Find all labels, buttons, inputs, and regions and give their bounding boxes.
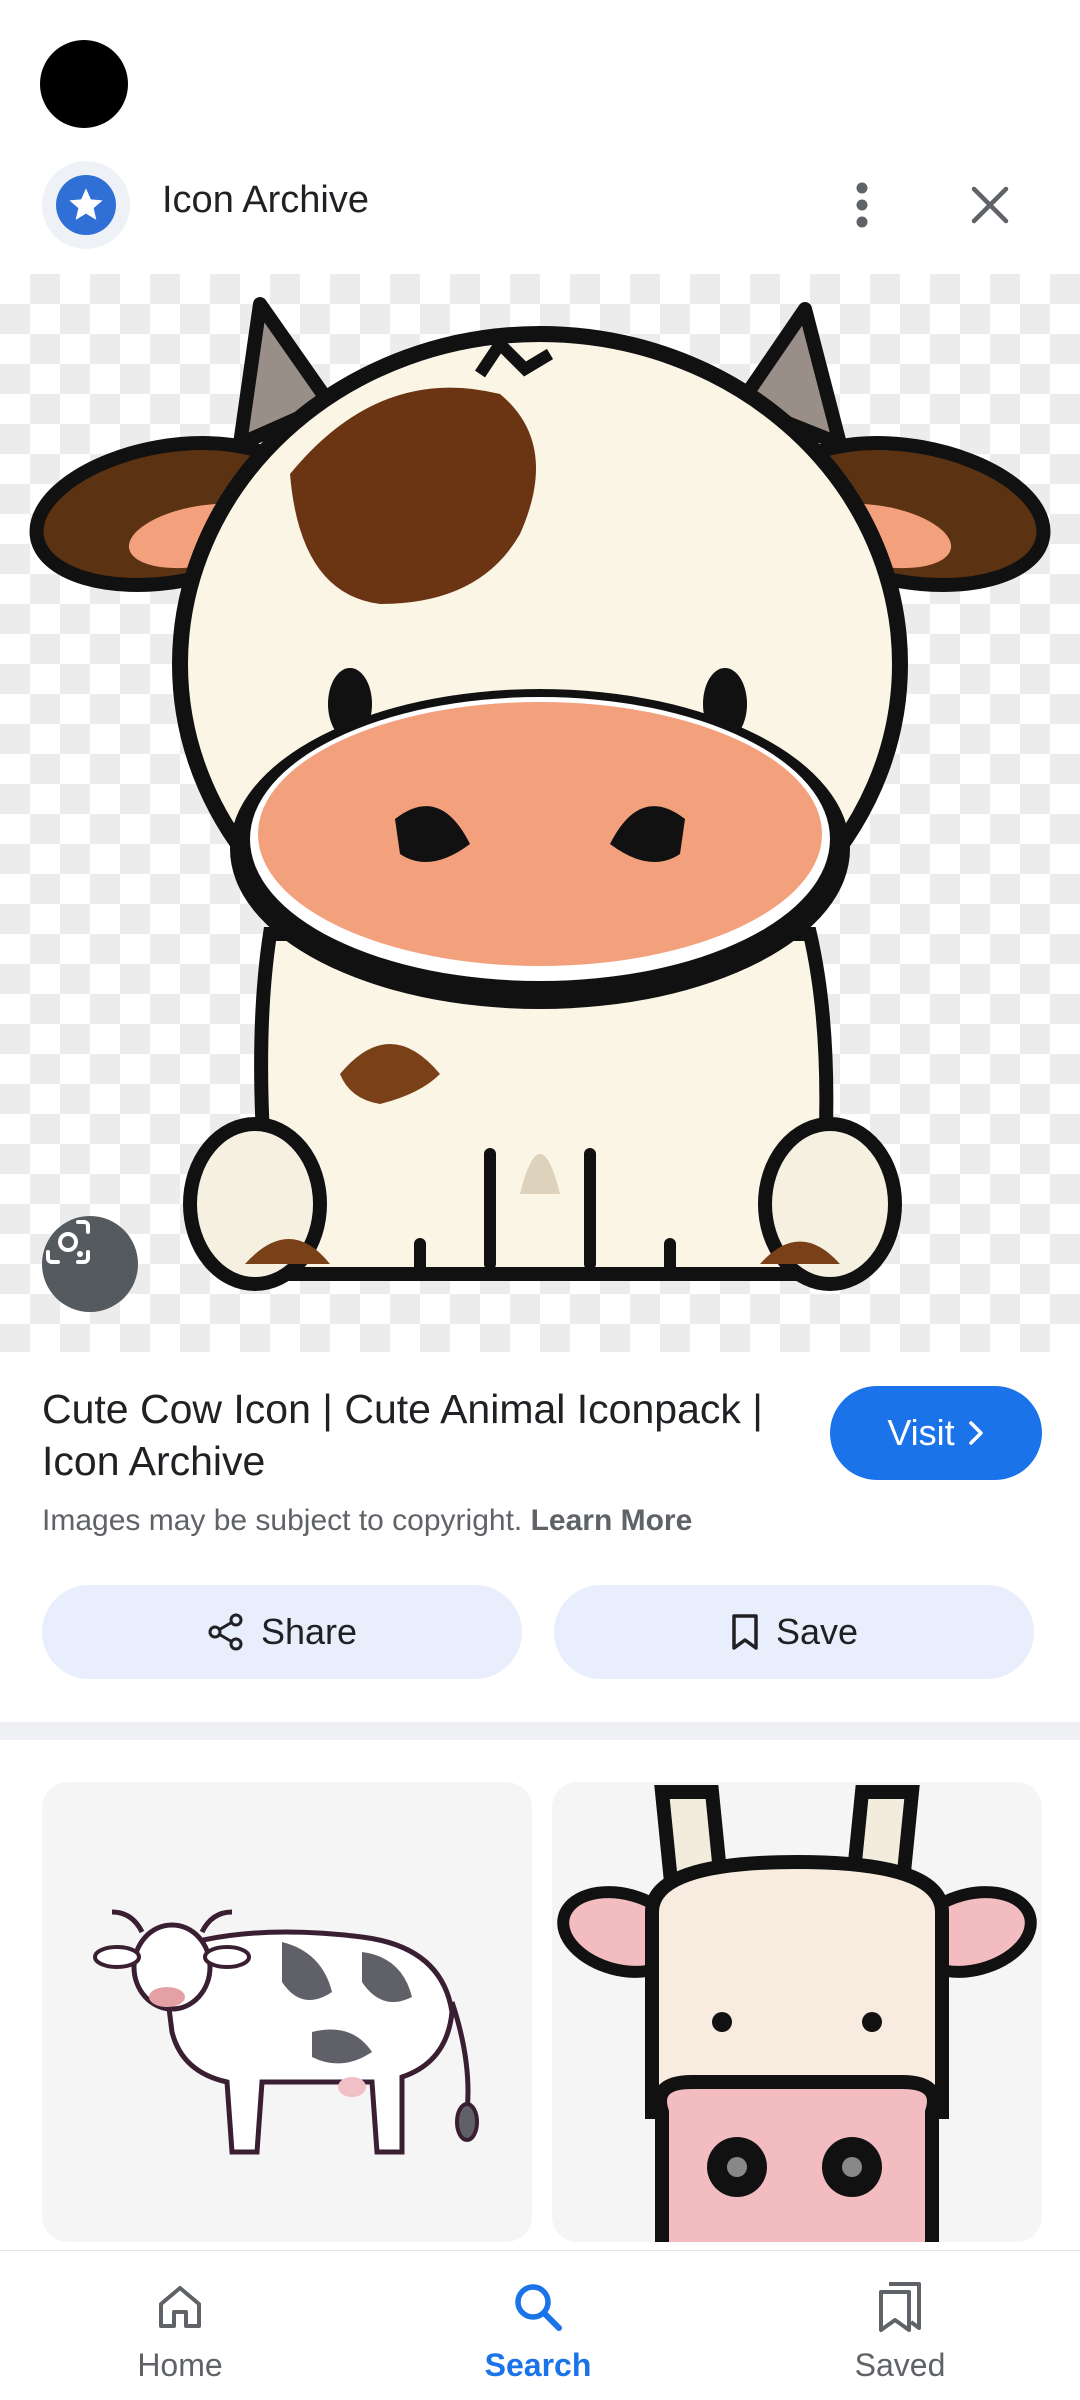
preview-image[interactable] — [0, 274, 1080, 1352]
close-icon — [971, 186, 1009, 224]
copyright-notice: Images may be subject to copyright. Lear… — [42, 1504, 692, 1538]
nav-saved-label: Saved — [854, 2347, 946, 2383]
more-vert-icon — [856, 182, 868, 228]
home-icon — [159, 2286, 201, 2328]
share-button[interactable]: Share — [42, 1585, 522, 1679]
cow-face-image — [557, 1785, 1037, 2242]
copyright-text: Images may be subject to copyright. — [42, 1504, 523, 1537]
visit-button[interactable]: Visit — [830, 1386, 1042, 1480]
nav-search-label: Search — [484, 2347, 592, 2383]
source-header: Icon Archive — [0, 155, 1080, 255]
bottom-navigation: Home Search Saved — [0, 2250, 1080, 2400]
google-lens-button[interactable] — [42, 1216, 138, 1312]
chevron-right-icon — [968, 1421, 983, 1445]
saved-icon — [879, 2282, 921, 2332]
more-options-button[interactable] — [830, 170, 894, 240]
nav-home[interactable]: Home — [50, 2251, 310, 2400]
related-image-card[interactable] — [42, 1782, 532, 2242]
nav-search[interactable]: Search — [408, 2251, 668, 2400]
search-icon — [515, 2284, 562, 2331]
spotted-cow-image — [93, 1909, 479, 2155]
save-button[interactable]: Save — [554, 1585, 1034, 1679]
lens-icon — [46, 1220, 90, 1264]
cute-cow-illustration — [29, 297, 1051, 1291]
nav-saved[interactable]: Saved — [770, 2251, 1030, 2400]
site-logo[interactable] — [42, 161, 130, 249]
site-name[interactable]: Icon Archive — [162, 179, 369, 222]
section-divider — [0, 1722, 1080, 1740]
result-title[interactable]: Cute Cow Icon | Cute Animal Iconpack | I… — [42, 1383, 802, 1487]
learn-more-link[interactable]: Learn More — [531, 1504, 693, 1537]
related-image-card[interactable] — [552, 1782, 1042, 2242]
close-button[interactable] — [955, 170, 1025, 240]
bookmark-icon — [732, 1614, 758, 1650]
visit-label: Visit — [887, 1412, 955, 1453]
save-label: Save — [775, 1611, 859, 1652]
star-logo-icon — [56, 175, 116, 235]
share-icon — [208, 1613, 243, 1651]
camera-cutout — [40, 40, 128, 128]
nav-home-label: Home — [137, 2347, 223, 2383]
share-label: Share — [260, 1611, 358, 1652]
